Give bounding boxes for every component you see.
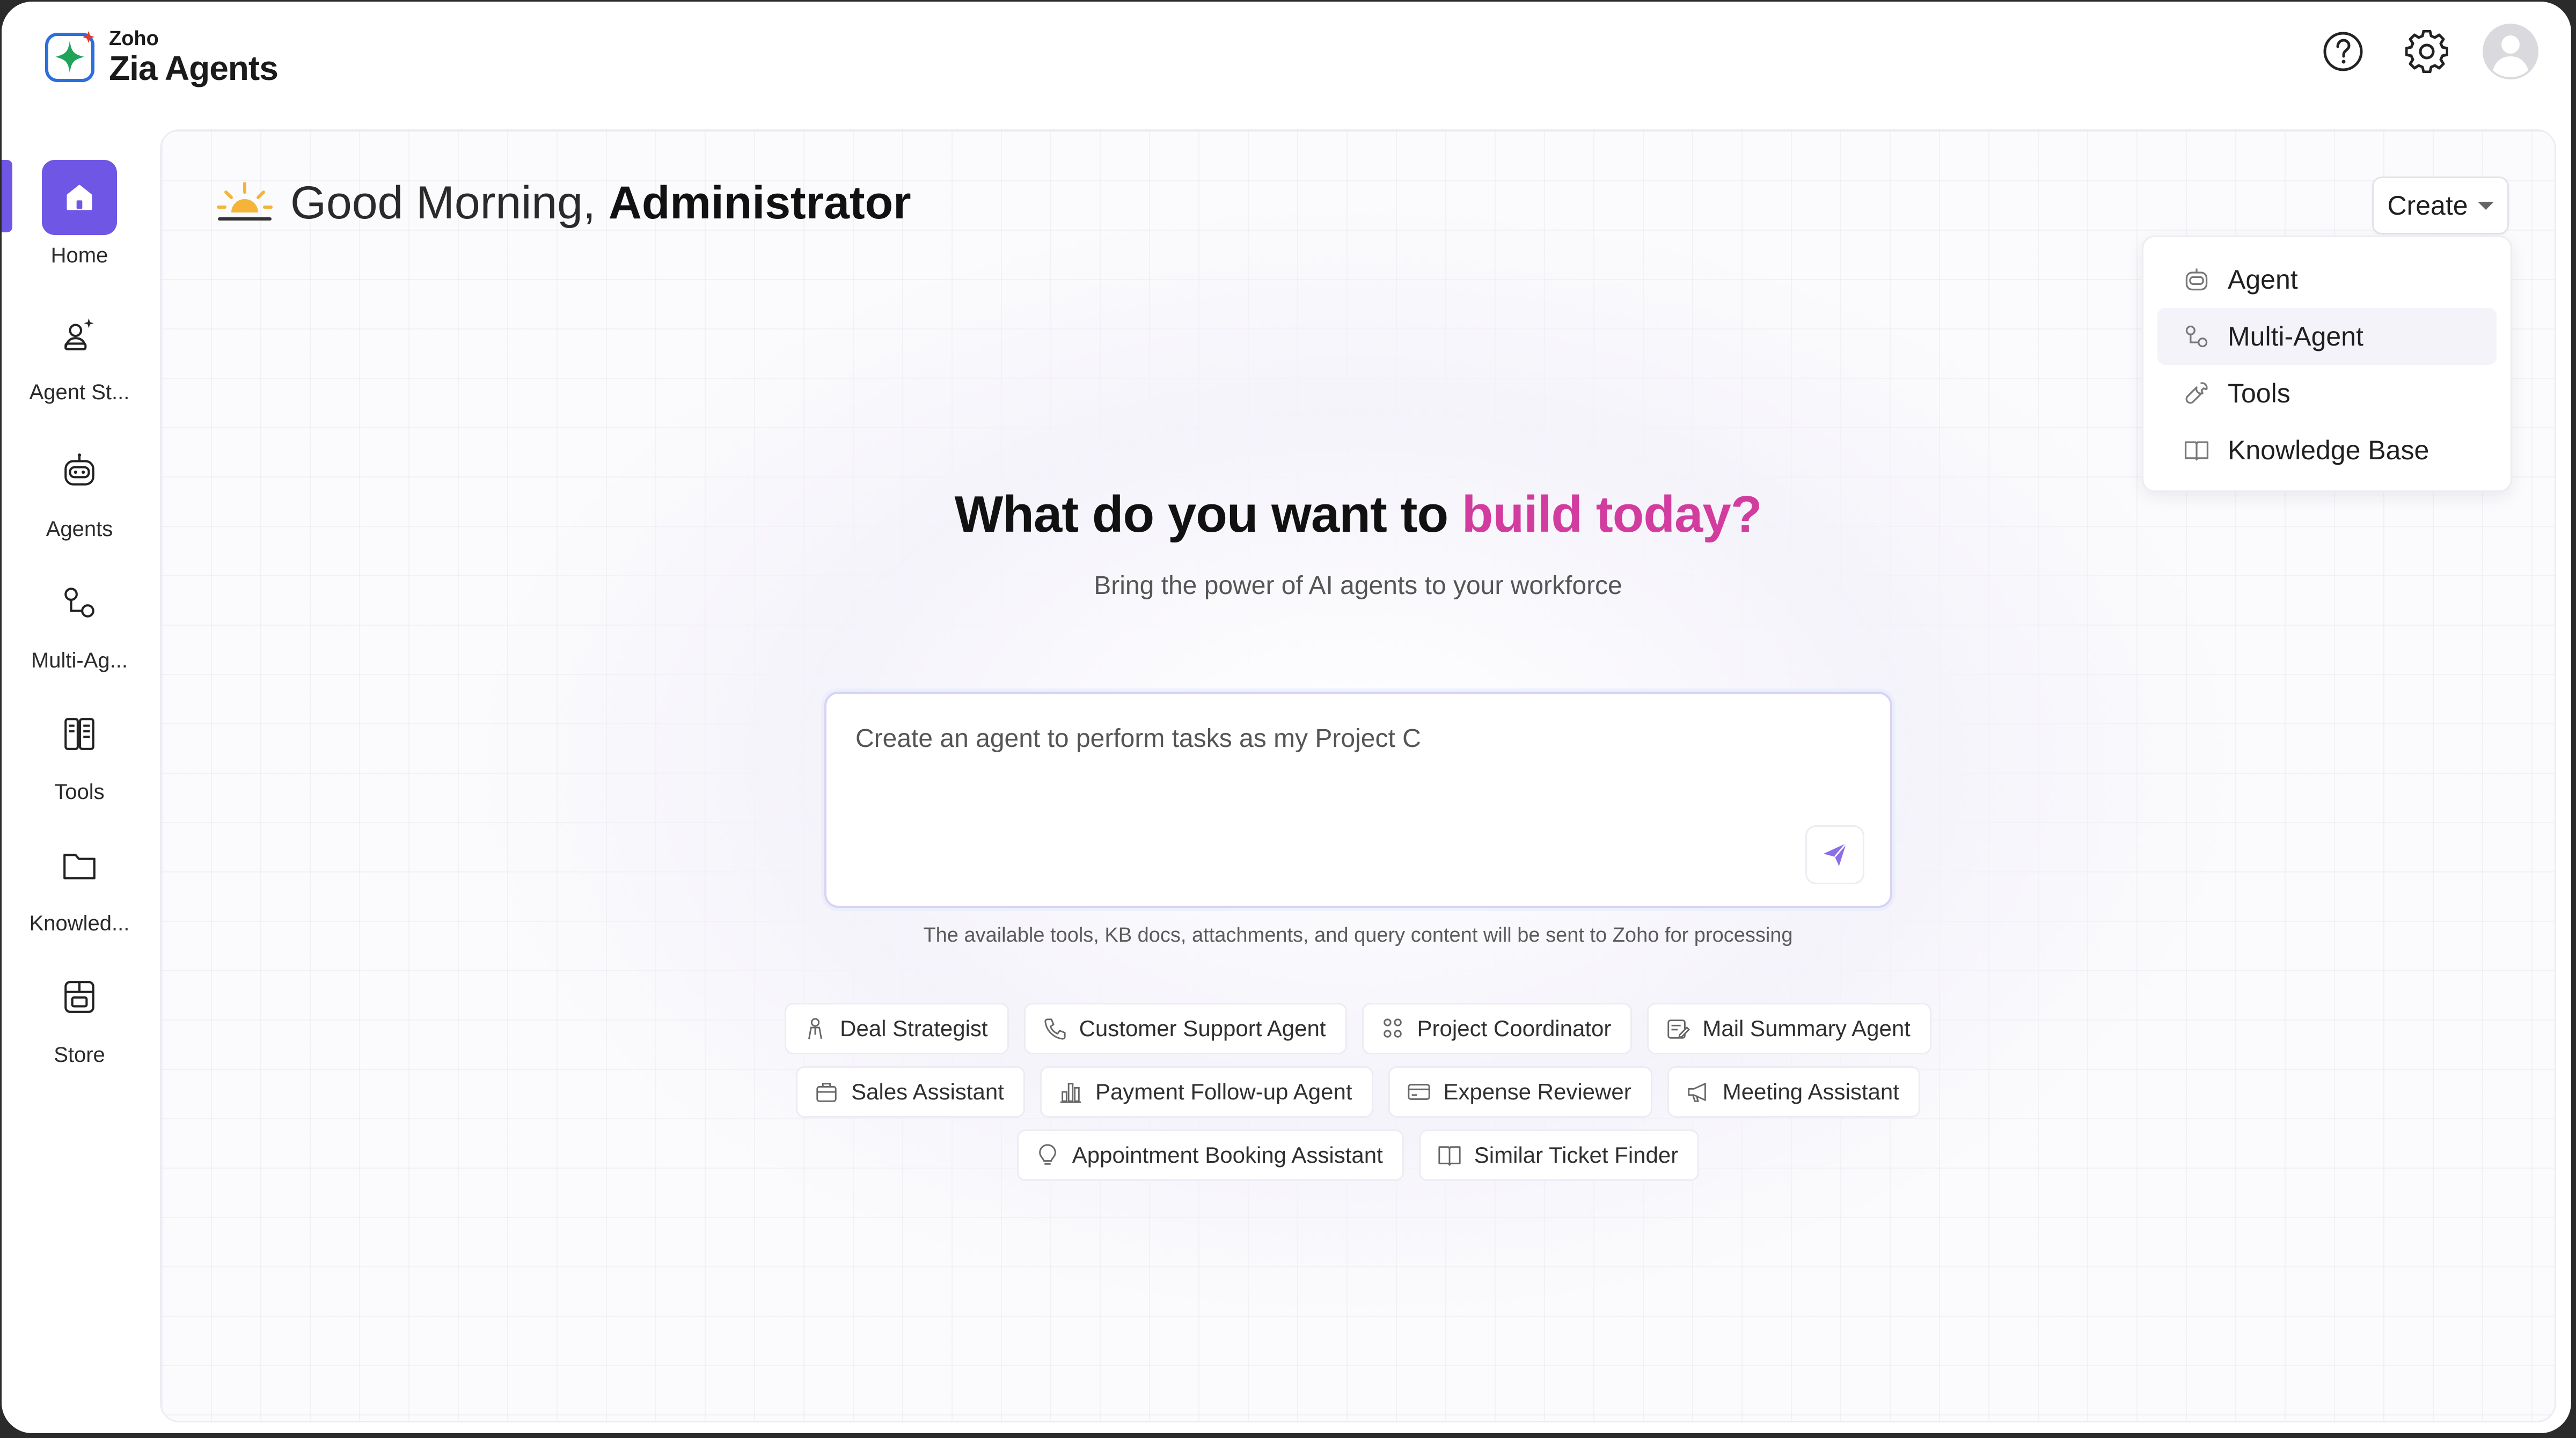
suggestion-chip[interactable]: Sales Assistant: [796, 1066, 1025, 1118]
bar-chart-icon: [1058, 1079, 1084, 1105]
robot-icon: [42, 434, 117, 509]
sidebar-item-store[interactable]: Store: [2, 959, 157, 1067]
suggestion-chip[interactable]: Project Coordinator: [1362, 1003, 1633, 1054]
sidebar-item-multi-agent[interactable]: Multi-Ag...: [2, 565, 157, 673]
lightbulb-icon: [1035, 1142, 1060, 1168]
create-menu-item-agent[interactable]: Agent: [2157, 251, 2497, 308]
folder-icon: [42, 828, 117, 903]
help-icon[interactable]: [2315, 23, 2372, 80]
suggestion-chip[interactable]: Expense Reviewer: [1388, 1066, 1652, 1118]
create-button[interactable]: Create: [2372, 177, 2509, 234]
book-icon: [2182, 435, 2212, 465]
create-menu-item-multi-agent[interactable]: Multi-Agent: [2157, 308, 2497, 365]
chip-label: Meeting Assistant: [1722, 1079, 1899, 1104]
team-icon: [1380, 1016, 1406, 1041]
briefcase-icon: [814, 1079, 839, 1105]
tools-icon: [42, 696, 117, 772]
chip-label: Mail Summary Agent: [1702, 1016, 1911, 1041]
suggestion-chips: Deal Strategist Customer Support Agent P…: [162, 1003, 2555, 1193]
suggestion-chip[interactable]: Customer Support Agent: [1023, 1003, 1347, 1054]
sidebar-item-label: Agents: [46, 517, 113, 541]
robot-icon: [2182, 265, 2212, 295]
suggestion-chip[interactable]: Similar Ticket Finder: [1418, 1129, 1700, 1181]
credit-card-icon: [1406, 1079, 1432, 1105]
suggestion-chip[interactable]: Appointment Booking Assistant: [1016, 1129, 1404, 1181]
sidebar-item-label: Store: [54, 1043, 105, 1067]
brand-name: Zoho: [109, 27, 159, 50]
agent-studio-icon: [42, 297, 117, 372]
multi-agent-icon: [2182, 321, 2212, 351]
zia-agents-logo[interactable]: Zoho Zia Agents: [43, 27, 279, 87]
megaphone-icon: [1685, 1079, 1711, 1105]
greeting-prefix: Good Morning,: [290, 177, 596, 229]
sidebar-item-agents[interactable]: Agents: [2, 434, 157, 541]
hero-title-accent: build today?: [1461, 486, 1762, 543]
sidebar-item-home[interactable]: Home: [2, 160, 157, 268]
greeting-username: Administrator: [608, 177, 911, 229]
menu-item-label: Tools: [2228, 378, 2290, 408]
create-menu: Agent Multi-Agent Tools Knowledge Base: [2142, 236, 2512, 492]
gear-icon[interactable]: [2398, 23, 2455, 80]
processing-disclaimer: The available tools, KB docs, attachment…: [923, 924, 1793, 947]
greeting: Good Morning, Administrator: [215, 177, 911, 230]
send-icon: [1823, 842, 1847, 867]
chip-label: Customer Support Agent: [1079, 1016, 1326, 1041]
menu-item-label: Knowledge Base: [2228, 435, 2429, 465]
suggestion-chip[interactable]: Meeting Assistant: [1667, 1066, 1920, 1118]
prompt-box: [824, 692, 1892, 908]
sidebar-item-label: Home: [50, 244, 108, 267]
suggestion-chip[interactable]: Deal Strategist: [785, 1003, 1009, 1054]
home-icon: [42, 160, 117, 235]
user-avatar-icon[interactable]: [2482, 23, 2539, 80]
sidebar-item-label: Knowled...: [29, 912, 130, 935]
chip-label: Deal Strategist: [840, 1016, 988, 1041]
sidebar-item-label: Multi-Ag...: [31, 649, 128, 672]
menu-item-label: Agent: [2228, 265, 2298, 295]
create-menu-item-tools[interactable]: Tools: [2157, 365, 2497, 422]
suggestion-chip[interactable]: Mail Summary Agent: [1647, 1003, 1931, 1054]
create-menu-item-knowledge-base[interactable]: Knowledge Base: [2157, 422, 2497, 479]
book-icon: [1437, 1142, 1462, 1168]
top-header: Zoho Zia Agents: [2, 2, 2571, 112]
multi-agent-icon: [42, 565, 117, 640]
main-panel: Good Morning, Administrator Create Agent: [160, 129, 2556, 1422]
prompt-input[interactable]: [854, 723, 1769, 754]
app-window: Zoho Zia Agents Home Agent St... Agents …: [0, 0, 2573, 1435]
send-button[interactable]: [1805, 825, 1864, 884]
wrench-icon: [2182, 378, 2212, 408]
chip-label: Expense Reviewer: [1443, 1079, 1631, 1104]
chip-label: Sales Assistant: [851, 1079, 1004, 1104]
suggestion-chip[interactable]: Payment Follow-up Agent: [1040, 1066, 1373, 1118]
chevron-down-icon: [2477, 201, 2494, 210]
sidebar-item-label: Agent St...: [29, 380, 130, 404]
person-icon: [802, 1016, 828, 1041]
product-name: Zia Agents: [109, 49, 279, 87]
sidebar: Home Agent St... Agents Multi-Ag... Tool…: [2, 112, 157, 1433]
store-icon: [42, 959, 117, 1035]
mail-edit-icon: [1665, 1016, 1690, 1041]
chip-label: Project Coordinator: [1417, 1016, 1612, 1041]
phone-icon: [1042, 1016, 1067, 1041]
hero-title-plain: What do you want to: [954, 486, 1449, 543]
zia-logo-icon: [45, 31, 94, 82]
chip-label: Payment Follow-up Agent: [1095, 1079, 1352, 1104]
sidebar-item-agent-studio[interactable]: Agent St...: [2, 297, 157, 405]
hero-title: What do you want to build today?: [162, 485, 2555, 544]
create-button-label: Create: [2387, 190, 2468, 221]
chip-label: Similar Ticket Finder: [1474, 1142, 1679, 1168]
sunrise-icon: [217, 181, 273, 221]
chip-label: Appointment Booking Assistant: [1072, 1142, 1383, 1168]
greeting-text: Good Morning, Administrator: [290, 177, 911, 230]
sidebar-item-label: Tools: [54, 780, 105, 804]
hero-subtitle: Bring the power of AI agents to your wor…: [1094, 571, 1622, 600]
menu-item-label: Multi-Agent: [2228, 321, 2363, 351]
sidebar-item-tools[interactable]: Tools: [2, 696, 157, 804]
sidebar-item-knowledge[interactable]: Knowled...: [2, 828, 157, 936]
